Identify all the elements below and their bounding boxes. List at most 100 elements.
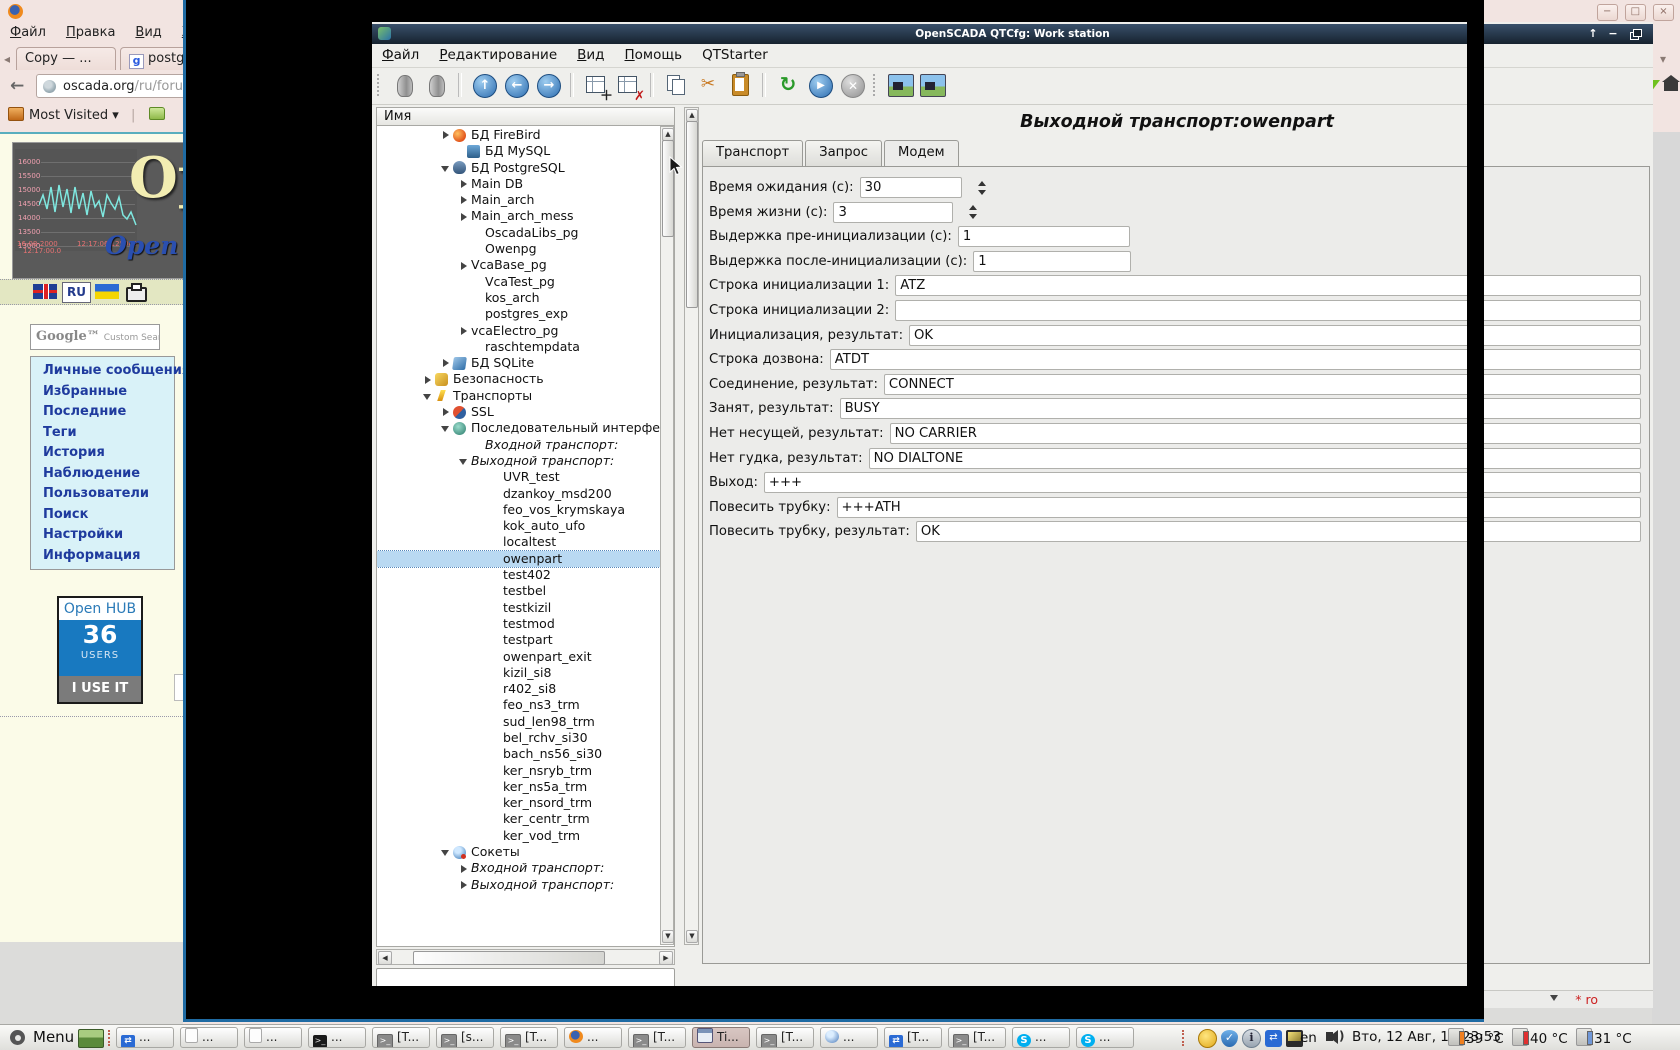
refresh-icon[interactable]: ↻ <box>774 71 802 99</box>
tree-item[interactable]: Owenpg <box>377 241 660 257</box>
tree-item[interactable]: Сокеты <box>377 844 660 860</box>
stop-icon[interactable]: ✕ <box>838 71 866 99</box>
firefox-maximize-button[interactable]: □ <box>1625 4 1646 21</box>
tree-item[interactable]: raschtempdata <box>377 339 660 355</box>
forum-link[interactable]: Пользователи <box>43 487 174 501</box>
field-input[interactable]: OK <box>916 521 1641 542</box>
expand-icon[interactable] <box>439 404 453 420</box>
menu-item-Помощь[interactable]: Помощь <box>615 44 693 63</box>
field-input[interactable]: 3 <box>833 202 953 223</box>
tree-item[interactable]: ker_centr_trm <box>377 811 660 827</box>
menu-item-Вид[interactable]: Вид <box>567 44 614 63</box>
tray-info-icon[interactable]: i <box>1242 1029 1261 1048</box>
back-icon[interactable]: ← <box>10 76 24 96</box>
tree-item[interactable]: owenpart_exit <box>377 649 660 665</box>
scroll-right-icon[interactable]: ▶ <box>659 951 673 965</box>
task-button-13[interactable]: >_[T... <box>948 1027 1006 1048</box>
scrollbar-thumb[interactable] <box>686 121 698 308</box>
tree-item[interactable]: Входной транспорт: <box>377 860 660 876</box>
expand-icon[interactable] <box>457 258 471 274</box>
expand-icon[interactable] <box>457 209 471 225</box>
tree-horizontal-scrollbar[interactable]: ◀ ▶ <box>376 949 675 965</box>
field-input[interactable] <box>895 300 1641 321</box>
field-input[interactable]: +++ATH <box>837 497 1641 518</box>
tree-item[interactable]: VcaTest_pg <box>377 274 660 290</box>
menu-item-Правка[interactable]: Правка <box>66 25 115 40</box>
task-button-4[interactable]: >_[T... <box>372 1027 430 1048</box>
tree-item[interactable]: OscadaLibs_pg <box>377 225 660 241</box>
nav-forward-icon[interactable]: → <box>534 71 562 99</box>
collapse-icon[interactable] <box>439 844 453 860</box>
field-input[interactable]: +++ <box>764 472 1641 493</box>
expand-icon[interactable] <box>439 127 453 143</box>
field-input[interactable]: CONNECT <box>884 374 1641 395</box>
tree-item[interactable]: Входной транспорт: <box>377 437 660 453</box>
menu-item-Файл[interactable]: Файл <box>10 25 46 40</box>
tree-item[interactable]: ker_ns5a_trm <box>377 779 660 795</box>
field-input[interactable]: NO CARRIER <box>890 423 1641 444</box>
flag-ru-button[interactable]: RU <box>62 282 91 303</box>
task-button-14[interactable]: S... <box>1012 1027 1070 1048</box>
tree-item[interactable]: vcaElectro_pg <box>377 323 660 339</box>
tree-item[interactable]: Main DB <box>377 176 660 192</box>
forum-link[interactable]: Избранные <box>43 385 174 399</box>
scrollbar-thumb[interactable] <box>413 951 605 965</box>
spinner-arrows-icon[interactable] <box>969 204 978 220</box>
field-input[interactable]: 1 <box>958 226 1130 247</box>
tree-item[interactable]: kok_auto_ufo <box>377 518 660 534</box>
flag-ua-icon[interactable] <box>95 284 119 299</box>
collapse-icon[interactable] <box>457 453 471 469</box>
workspace-pager[interactable] <box>78 1029 104 1048</box>
panel-handle[interactable] <box>108 1030 113 1046</box>
tree-item[interactable]: Выходной транспорт: <box>377 453 660 469</box>
tree-item[interactable]: БД PostgreSQL <box>377 160 660 176</box>
tree-item[interactable]: Транспорты <box>377 388 660 404</box>
tree-item[interactable]: test402 <box>377 567 660 583</box>
firefox-tab[interactable]: Copy — ... <box>16 47 116 70</box>
qtcfg-shade-button[interactable]: ↑ <box>1585 26 1601 42</box>
field-input[interactable]: BUSY <box>840 398 1641 419</box>
field-input[interactable]: 1 <box>973 251 1131 272</box>
db-save-icon[interactable] <box>422 71 450 99</box>
tree-item[interactable]: testmod <box>377 616 660 632</box>
expand-icon[interactable] <box>439 355 453 371</box>
tree-item[interactable]: БД MySQL <box>377 143 660 159</box>
expand-icon[interactable] <box>421 372 435 388</box>
tree-item[interactable]: Выходной транспорт: <box>377 877 660 893</box>
task-button-2[interactable]: ... <box>244 1027 302 1048</box>
field-input[interactable]: ATZ <box>895 275 1641 296</box>
tree-item[interactable]: ker_nsord_trm <box>377 795 660 811</box>
tree-item[interactable]: testkizil <box>377 600 660 616</box>
panel-vertical-scrollbar[interactable]: ▲ ▼ <box>684 107 699 945</box>
tree-item[interactable]: sud_len98_trm <box>377 714 660 730</box>
keyboard-layout-indicator[interactable]: en <box>1300 1030 1317 1046</box>
tree-item[interactable]: VcaBase_pg <box>377 257 660 273</box>
applications-menu-button[interactable]: Menu <box>33 1028 74 1046</box>
view-image-1-icon[interactable] <box>886 71 914 99</box>
tree-item[interactable]: SSL <box>377 404 660 420</box>
task-button-7[interactable]: ... <box>564 1027 622 1048</box>
menu-item-Файл[interactable]: Файл <box>372 44 429 63</box>
task-button-tightvnc-active[interactable]: Ti... <box>692 1027 750 1048</box>
forum-link[interactable]: Наблюдение <box>43 467 174 481</box>
expand-icon[interactable] <box>457 192 471 208</box>
tree-item[interactable]: r402_si8 <box>377 681 660 697</box>
task-button-10[interactable]: >_[T... <box>756 1027 814 1048</box>
tree-item[interactable]: localtest <box>377 534 660 550</box>
forum-link[interactable]: Настройки <box>43 528 174 542</box>
qtcfg-titlebar[interactable]: OpenSCADA QTCfg: Work station ↑ − <box>372 24 1653 44</box>
tray-clock-icon[interactable] <box>1198 1029 1217 1048</box>
view-image-2-icon[interactable] <box>918 71 946 99</box>
google-search-input[interactable]: Google™Custom Search <box>30 324 160 350</box>
forum-link[interactable]: Личные сообщения <box>43 364 174 378</box>
volume-icon[interactable] <box>1326 1032 1333 1041</box>
tree-item[interactable]: postgres_exp <box>377 306 660 322</box>
forum-link[interactable]: Теги <box>43 426 174 440</box>
forum-link[interactable]: Последние <box>43 405 174 419</box>
item-cut-icon[interactable]: ✂ <box>694 71 722 99</box>
tree-item[interactable]: Main_arch_mess <box>377 208 660 224</box>
menu-item-QTStarter[interactable]: QTStarter <box>692 44 778 63</box>
toolbar-handle[interactable] <box>873 74 879 96</box>
menu-item-Редактирование[interactable]: Редактирование <box>429 44 567 63</box>
menu-item-Вид[interactable]: Вид <box>135 25 161 40</box>
